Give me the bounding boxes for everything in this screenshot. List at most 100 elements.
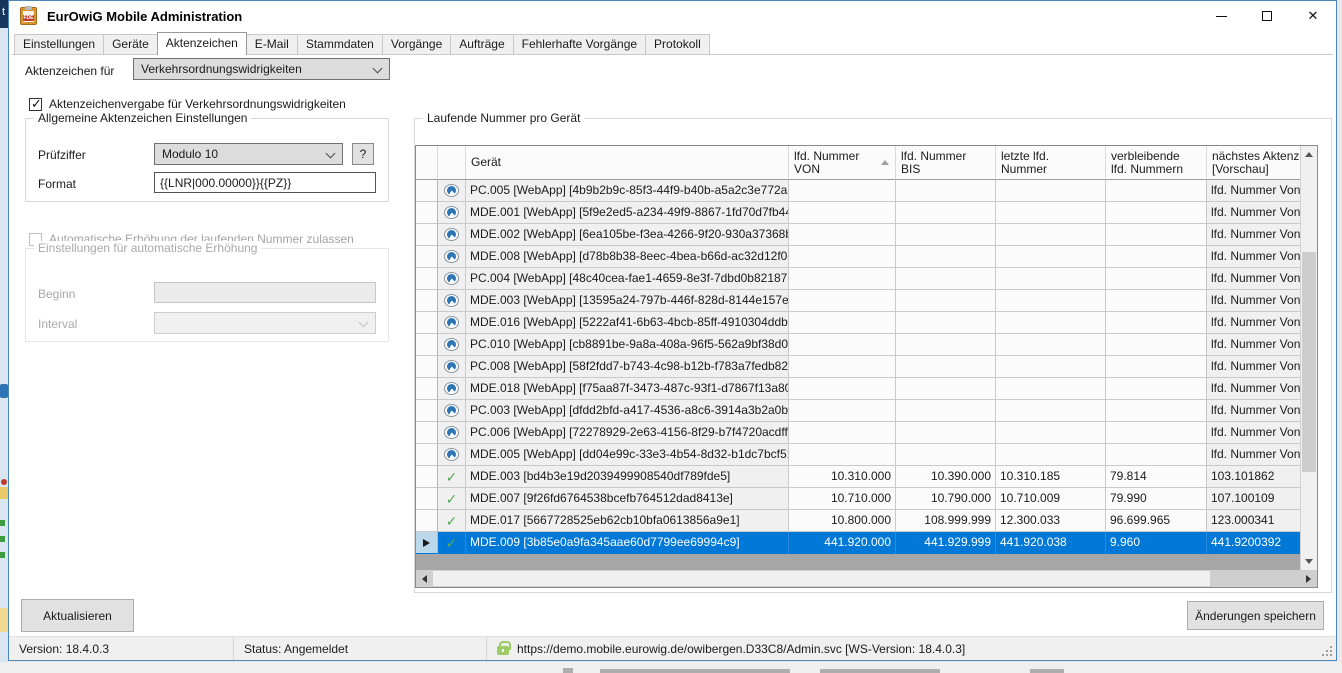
cell-geraet[interactable]: MDE.016 [WebApp] [5222af41-6b63-4bcb-85f… [466,312,789,334]
cell-naechstes-aktenzeichen[interactable]: lfd. Nummer Von / [1207,246,1300,268]
row-status-cell[interactable]: ✓ [438,488,466,510]
cell-lfd-nummer-bis[interactable]: 10.390.000 [896,466,996,488]
cell-geraet[interactable]: PC.005 [WebApp] [4b9b2b9c-85f3-44f9-b40b… [466,180,789,202]
cell-verbleibende[interactable] [1106,312,1207,334]
cell-naechstes-aktenzeichen[interactable]: lfd. Nummer Von / [1207,400,1300,422]
header-lfd-nummer-von[interactable]: lfd. Nummer VON [789,146,896,180]
close-button[interactable]: ✕ [1290,1,1336,31]
cell-letzte-lfd-nummer[interactable]: 10.710.009 [996,488,1106,510]
cell-letzte-lfd-nummer[interactable] [996,422,1106,444]
cell-verbleibende[interactable]: 79.990 [1106,488,1207,510]
table-row[interactable]: MDE.018 [WebApp] [f75aa87f-3473-487c-93f… [416,378,1300,400]
cell-verbleibende[interactable] [1106,268,1207,290]
row-header-cell[interactable] [416,378,438,400]
scroll-left-button[interactable] [416,570,433,587]
cell-naechstes-aktenzeichen[interactable]: lfd. Nummer Von / [1207,312,1300,334]
cell-letzte-lfd-nummer[interactable] [996,378,1106,400]
cell-lfd-nummer-von[interactable] [789,400,896,422]
table-row[interactable]: MDE.016 [WebApp] [5222af41-6b63-4bcb-85f… [416,312,1300,334]
cell-naechstes-aktenzeichen[interactable]: lfd. Nummer Von / [1207,290,1300,312]
cell-lfd-nummer-bis[interactable] [896,268,996,290]
table-row[interactable]: ✓ MDE.009 [3b85e0a9fa345aae60d7799ee6999… [416,532,1300,554]
cell-naechstes-aktenzeichen[interactable]: 441.9200392 [1207,532,1300,554]
cell-lfd-nummer-bis[interactable] [896,180,996,202]
cell-lfd-nummer-von[interactable] [789,224,896,246]
scroll-right-button[interactable] [1300,570,1317,587]
cell-lfd-nummer-von[interactable] [789,378,896,400]
cell-naechstes-aktenzeichen[interactable]: lfd. Nummer Von / [1207,202,1300,224]
row-status-cell[interactable] [438,422,466,444]
row-status-cell[interactable] [438,290,466,312]
tab-e-mail[interactable]: E-Mail [246,34,298,54]
cell-lfd-nummer-bis[interactable]: 10.790.000 [896,488,996,510]
header-geraet[interactable]: Gerät [466,146,789,180]
table-row[interactable]: PC.006 [WebApp] [72278929-2e63-4156-8f29… [416,422,1300,444]
row-header-cell[interactable] [416,246,438,268]
cell-verbleibende[interactable] [1106,444,1207,466]
header-letzte-lfd-nummer[interactable]: letzte lfd. Nummer [996,146,1106,180]
table-row[interactable]: PC.003 [WebApp] [dfdd2bfd-a417-4536-a8c6… [416,400,1300,422]
tab-auftr-ge[interactable]: Aufträge [450,34,513,54]
cell-lfd-nummer-bis[interactable] [896,224,996,246]
cell-naechstes-aktenzeichen[interactable]: lfd. Nummer Von / [1207,378,1300,400]
tab-aktenzeichen[interactable]: Aktenzeichen [157,32,247,55]
cell-naechstes-aktenzeichen[interactable]: lfd. Nummer Von / [1207,334,1300,356]
row-status-cell[interactable] [438,312,466,334]
tab-protokoll[interactable]: Protokoll [645,34,710,54]
cell-letzte-lfd-nummer[interactable]: 12.300.033 [996,510,1106,532]
row-status-cell[interactable] [438,180,466,202]
cell-geraet[interactable]: MDE.009 [3b85e0a9fa345aae60d7799ee69994c… [466,532,789,554]
row-header-cell[interactable] [416,400,438,422]
cell-geraet[interactable]: PC.006 [WebApp] [72278929-2e63-4156-8f29… [466,422,789,444]
cell-letzte-lfd-nummer[interactable] [996,246,1106,268]
table-row[interactable]: PC.004 [WebApp] [48c40cea-fae1-4659-8e3f… [416,268,1300,290]
cell-letzte-lfd-nummer[interactable] [996,268,1106,290]
table-row[interactable]: MDE.002 [WebApp] [6ea105be-f3ea-4266-9f2… [416,224,1300,246]
cell-lfd-nummer-von[interactable]: 10.800.000 [789,510,896,532]
row-header-cell[interactable] [416,202,438,224]
cell-geraet[interactable]: MDE.017 [5667728525eb62cb10bfa0613856a9e… [466,510,789,532]
resize-grip[interactable] [1330,654,1332,656]
table-row[interactable]: PC.005 [WebApp] [4b9b2b9c-85f3-44f9-b40b… [416,180,1300,202]
table-row[interactable]: PC.008 [WebApp] [58f2fdd7-b743-4c98-b12b… [416,356,1300,378]
cell-naechstes-aktenzeichen[interactable]: lfd. Nummer Von / [1207,356,1300,378]
cell-geraet[interactable]: PC.008 [WebApp] [58f2fdd7-b743-4c98-b12b… [466,356,789,378]
cell-lfd-nummer-bis[interactable] [896,422,996,444]
cell-naechstes-aktenzeichen[interactable]: lfd. Nummer Von / [1207,268,1300,290]
cell-geraet[interactable]: PC.004 [WebApp] [48c40cea-fae1-4659-8e3f… [466,268,789,290]
cell-lfd-nummer-von[interactable] [789,202,896,224]
cell-lfd-nummer-bis[interactable] [896,378,996,400]
cell-lfd-nummer-von[interactable] [789,180,896,202]
vergabe-checkbox[interactable]: ✓ [29,98,42,111]
cell-naechstes-aktenzeichen[interactable]: lfd. Nummer Von / [1207,180,1300,202]
cell-lfd-nummer-von[interactable] [789,246,896,268]
cell-naechstes-aktenzeichen[interactable]: lfd. Nummer Von / [1207,444,1300,466]
cell-lfd-nummer-bis[interactable] [896,290,996,312]
cell-letzte-lfd-nummer[interactable] [996,290,1106,312]
cell-letzte-lfd-nummer[interactable] [996,334,1106,356]
cell-geraet[interactable]: PC.010 [WebApp] [cb8891be-9a8a-408a-96f5… [466,334,789,356]
vertical-scrollbar[interactable] [1300,146,1317,570]
cell-verbleibende[interactable] [1106,356,1207,378]
cell-geraet[interactable]: PC.003 [WebApp] [dfdd2bfd-a417-4536-a8c6… [466,400,789,422]
cell-lfd-nummer-von[interactable]: 10.310.000 [789,466,896,488]
cell-letzte-lfd-nummer[interactable] [996,400,1106,422]
refresh-button[interactable]: Aktualisieren [21,599,134,632]
cell-verbleibende[interactable]: 9.960 [1106,532,1207,554]
row-header-cell[interactable] [416,312,438,334]
cell-geraet[interactable]: MDE.003 [bd4b3e19d2039499908540df789fde5… [466,466,789,488]
cell-geraet[interactable]: MDE.002 [WebApp] [6ea105be-f3ea-4266-9f2… [466,224,789,246]
vertical-scrollbar-thumb[interactable] [1302,252,1316,472]
row-status-cell[interactable] [438,356,466,378]
row-status-cell[interactable] [438,444,466,466]
table-row[interactable]: PC.010 [WebApp] [cb8891be-9a8a-408a-96f5… [416,334,1300,356]
cell-lfd-nummer-von[interactable]: 10.710.000 [789,488,896,510]
tab-vorg-nge[interactable]: Vorgänge [382,34,451,54]
cell-lfd-nummer-von[interactable] [789,334,896,356]
header-verbleibende[interactable]: verbleibende lfd. Nummern [1106,146,1207,180]
format-input[interactable]: {{LNR|000.00000}}{{PZ}} [154,172,376,193]
minimize-button[interactable] [1198,1,1244,31]
cell-naechstes-aktenzeichen[interactable]: lfd. Nummer Von / [1207,224,1300,246]
header-naechstes-aktenzeichen[interactable]: nächstes Aktenzeic [Vorschau] [1207,146,1300,180]
row-header-cell[interactable] [416,510,438,532]
